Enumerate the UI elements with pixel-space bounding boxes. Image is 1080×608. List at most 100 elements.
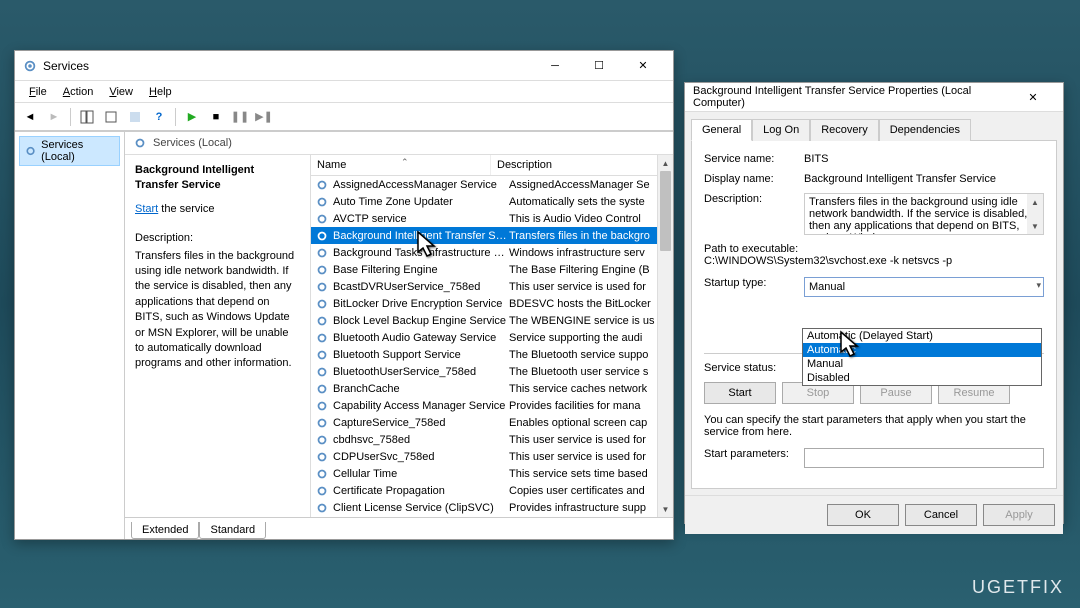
label-service-name: Service name: <box>704 153 804 165</box>
service-row[interactable]: Cellular TimeThis service sets time base… <box>311 465 673 482</box>
start-link[interactable]: Start <box>135 203 158 215</box>
gear-icon <box>315 229 329 243</box>
service-row[interactable]: AssignedAccessManager ServiceAssignedAcc… <box>311 176 673 193</box>
service-name: Bluetooth Audio Gateway Service <box>333 332 509 344</box>
ok-button[interactable]: OK <box>827 504 899 526</box>
start-service-button[interactable]: ▶ <box>181 106 203 128</box>
service-description: This service sets time based <box>509 468 673 480</box>
bottom-tabs: Extended Standard <box>125 517 673 539</box>
menu-action[interactable]: Action <box>55 84 102 100</box>
service-name: BitLocker Drive Encryption Service <box>333 298 509 310</box>
service-row[interactable]: Background Tasks Infrastructure ServiceW… <box>311 244 673 261</box>
service-row[interactable]: Capability Access Manager ServiceProvide… <box>311 397 673 414</box>
window-title: Services <box>43 59 533 73</box>
service-row[interactable]: Client License Service (ClipSVC)Provides… <box>311 499 673 516</box>
restart-service-button[interactable]: ▶❚ <box>253 106 275 128</box>
service-description: Provides infrastructure supp <box>509 502 673 514</box>
scroll-down-button[interactable]: ▼ <box>658 501 673 517</box>
cancel-button[interactable]: Cancel <box>905 504 977 526</box>
service-row[interactable]: BranchCacheThis service caches network <box>311 380 673 397</box>
service-row[interactable]: Background Intelligent Transfer ServiceT… <box>311 227 673 244</box>
service-name: AssignedAccessManager Service <box>333 179 509 191</box>
titlebar[interactable]: Services ─ ☐ ✕ <box>15 51 673 81</box>
start-button[interactable]: Start <box>704 382 776 404</box>
service-description: Automatically sets the syste <box>509 196 673 208</box>
description-scrollbar[interactable]: ▲▼ <box>1027 194 1043 234</box>
gear-icon <box>24 144 37 158</box>
tab-recovery[interactable]: Recovery <box>810 119 878 141</box>
service-row[interactable]: Block Level Backup Engine ServiceThe WBE… <box>311 312 673 329</box>
scroll-up-button[interactable]: ▲ <box>658 155 673 171</box>
dialog-titlebar[interactable]: Background Intelligent Transfer Service … <box>685 83 1063 112</box>
service-row[interactable]: BitLocker Drive Encryption ServiceBDESVC… <box>311 295 673 312</box>
description-box[interactable]: Transfers files in the background using … <box>804 193 1044 235</box>
help-button[interactable]: ? <box>148 106 170 128</box>
service-row[interactable]: CDPUserSvc_758edThis user service is use… <box>311 448 673 465</box>
service-description: The WBENGINE service is us <box>509 315 673 327</box>
service-row[interactable]: Bluetooth Support ServiceThe Bluetooth s… <box>311 346 673 363</box>
label-description: Description: <box>704 193 804 205</box>
export-button[interactable] <box>100 106 122 128</box>
description-panel: Background Intelligent Transfer Service … <box>125 155 310 517</box>
toolbar: ◄ ► ? ▶ ■ ❚❚ ▶❚ <box>15 103 673 131</box>
tab-dependencies[interactable]: Dependencies <box>879 119 971 141</box>
service-name: BluetoothUserService_758ed <box>333 366 509 378</box>
tree-pane: Services (Local) <box>15 132 125 539</box>
startup-type-dropdown[interactable]: Automatic (Delayed Start)AutomaticManual… <box>802 328 1042 386</box>
start-params-input[interactable] <box>804 448 1044 468</box>
service-row[interactable]: CaptureService_758edEnables optional scr… <box>311 414 673 431</box>
tab-extended[interactable]: Extended <box>131 522 199 539</box>
back-button[interactable]: ◄ <box>19 106 41 128</box>
gear-icon <box>315 382 329 396</box>
watermark: UGETFIX <box>972 577 1064 598</box>
menu-view[interactable]: View <box>101 84 141 100</box>
service-name: CDPUserSvc_758ed <box>333 451 509 463</box>
gear-icon <box>315 178 329 192</box>
service-row[interactable]: AVCTP serviceThis is Audio Video Control <box>311 210 673 227</box>
selected-service-name: Background Intelligent Transfer Service <box>135 163 300 194</box>
dialog-close-button[interactable]: ✕ <box>1011 83 1055 111</box>
service-description: Provides facilities for mana <box>509 400 673 412</box>
apply-button: Apply <box>983 504 1055 526</box>
dropdown-option[interactable]: Automatic (Delayed Start) <box>803 329 1041 343</box>
gear-icon <box>315 501 329 515</box>
dropdown-option[interactable]: Disabled <box>803 371 1041 385</box>
service-name: Capability Access Manager Service <box>333 400 509 412</box>
service-row[interactable]: Auto Time Zone UpdaterAutomatically sets… <box>311 193 673 210</box>
column-description[interactable]: Description <box>491 155 673 175</box>
scroll-thumb[interactable] <box>660 171 671 251</box>
menu-help[interactable]: Help <box>141 84 180 100</box>
pause-service-button[interactable]: ❚❚ <box>229 106 251 128</box>
dropdown-option[interactable]: Manual <box>803 357 1041 371</box>
service-name: Certificate Propagation <box>333 485 509 497</box>
service-row[interactable]: cbdhsvc_758edThis user service is used f… <box>311 431 673 448</box>
service-row[interactable]: BcastDVRUserService_758edThis user servi… <box>311 278 673 295</box>
close-button[interactable]: ✕ <box>621 52 665 80</box>
gear-icon <box>315 484 329 498</box>
service-row[interactable]: Certificate PropagationCopies user certi… <box>311 482 673 499</box>
service-name: CaptureService_758ed <box>333 417 509 429</box>
menu-file[interactable]: File <box>21 84 55 100</box>
tab-panel-general: Service name: BITS Display name: Backgro… <box>691 141 1057 489</box>
tab-logon[interactable]: Log On <box>752 119 810 141</box>
service-row[interactable]: Base Filtering EngineThe Base Filtering … <box>311 261 673 278</box>
tab-standard[interactable]: Standard <box>199 522 266 539</box>
gear-icon <box>315 263 329 277</box>
service-name: Background Tasks Infrastructure Service <box>333 247 509 259</box>
service-row[interactable]: Bluetooth Audio Gateway ServiceService s… <box>311 329 673 346</box>
stop-service-button[interactable]: ■ <box>205 106 227 128</box>
service-row[interactable]: BluetoothUserService_758edThe Bluetooth … <box>311 363 673 380</box>
forward-button[interactable]: ► <box>43 106 65 128</box>
label-display-name: Display name: <box>704 173 804 185</box>
vertical-scrollbar[interactable]: ▲ ▼ <box>657 155 673 517</box>
startup-type-select[interactable]: Manual ▾ <box>804 277 1044 297</box>
maximize-button[interactable]: ☐ <box>577 52 621 80</box>
refresh-button[interactable] <box>124 106 146 128</box>
show-hide-button[interactable] <box>76 106 98 128</box>
minimize-button[interactable]: ─ <box>533 52 577 80</box>
tree-node-services-local[interactable]: Services (Local) <box>19 136 120 166</box>
tab-general[interactable]: General <box>691 119 752 141</box>
dropdown-option[interactable]: Automatic <box>803 343 1041 357</box>
value-service-name: BITS <box>804 153 1044 165</box>
value-path: C:\WINDOWS\System32\svchost.exe -k netsv… <box>704 255 952 267</box>
